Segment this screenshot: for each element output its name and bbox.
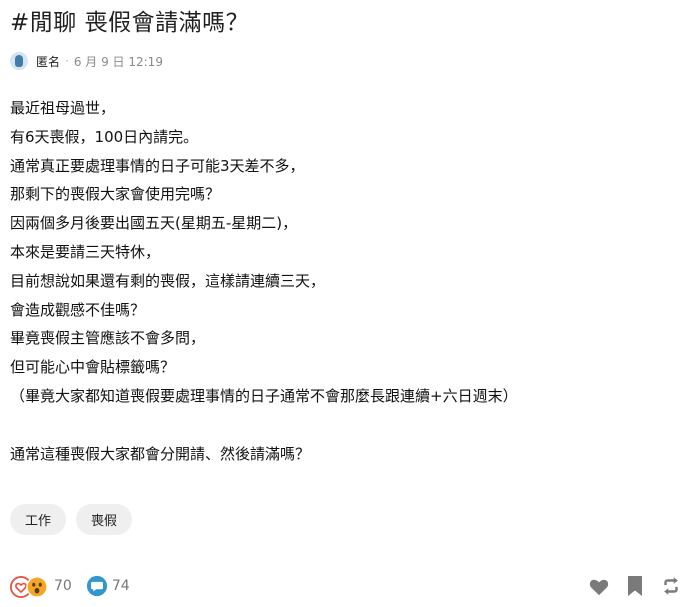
comment-bubble-icon [86,575,107,597]
meta-separator: · [65,54,69,68]
tag-work[interactable]: 工作 [10,504,67,535]
post-line-blank [10,411,518,440]
post-line: （畢竟大家都知道喪假要處理事情的日子通常不會那麼長跟連續+六日週末） [10,386,518,405]
like-heart-icon[interactable] [588,576,610,596]
post-body: 最近祖母過世， 有6天喪假，100日內請完。 通常真正要處理事情的日子可能3天差… [10,94,518,468]
post-title: #閒聊 喪假會請滿嗎？ [10,10,250,36]
post-line: 通常這種喪假大家都會分開請、然後請滿嗎？ [10,444,311,463]
bookmark-icon[interactable] [626,575,644,597]
share-icon[interactable] [660,575,682,597]
post-footer: 70 74 [10,572,682,600]
post-meta: 匿名 · 6 月 9 日 12:19 [10,51,163,71]
surprised-reaction-icon [26,576,48,598]
tag-list: 工作 喪假 [10,504,133,535]
post-line: 但可能心中會貼標籤嗎？ [10,358,176,377]
reactions[interactable] [10,574,50,598]
post-date: 6 月 9 日 12:19 [73,54,163,69]
author-name[interactable]: 匿名 [36,53,60,70]
post-line: 有6天喪假，100日內請完。 [10,127,199,146]
post-line: 本來是要請三天特休， [10,242,161,261]
tag-bereavement-leave[interactable]: 喪假 [76,504,133,535]
reactions-count: 70 [54,578,72,594]
post-line: 最近祖母過世， [10,99,116,117]
post-line: 通常真正要處理事情的日子可能3天差不多， [10,156,305,175]
post-line: 畢竟喪假主管應該不會多問， [10,329,206,348]
post-line: 因兩個多月後要出國五天(星期五-星期二)， [10,214,298,233]
post-line: 目前想說如果還有剩的喪假，這樣請連續三天， [10,271,326,290]
post-line: 那剩下的喪假大家會使用完嗎？ [10,185,221,204]
author-avatar[interactable] [10,52,28,70]
post-line: 會造成觀感不佳嗎？ [10,300,146,319]
post-actions [588,575,682,597]
comments-count: 74 [111,578,130,594]
comments[interactable]: 74 [86,575,130,597]
